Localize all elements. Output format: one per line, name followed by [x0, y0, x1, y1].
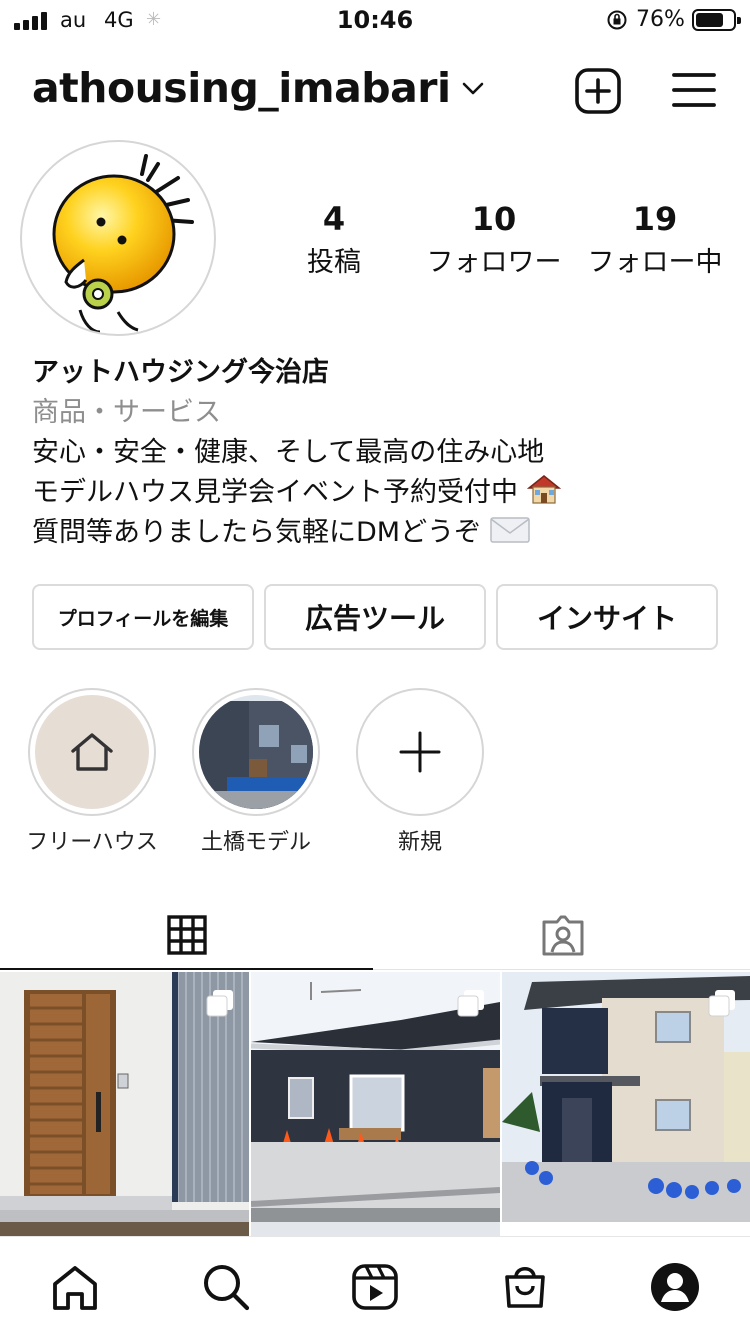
highlight-label: 新規: [397, 830, 442, 855]
plus-icon: [399, 731, 441, 773]
battery-icon: [692, 9, 741, 31]
profile-avatar[interactable]: [20, 140, 216, 336]
envelope-emoji-icon: [489, 517, 530, 543]
nav-reels-button[interactable]: [347, 1259, 403, 1315]
ad-tools-button[interactable]: 広告ツール: [264, 584, 486, 650]
stat-posts-count: 4: [322, 200, 346, 238]
display-name: アットハウジング今治店: [32, 357, 329, 388]
reels-icon: [352, 1264, 398, 1310]
stat-posts[interactable]: 4 投稿: [274, 200, 394, 279]
profile-icon: [651, 1263, 699, 1311]
highlight-cover: [35, 695, 149, 809]
post-tile-1[interactable]: [0, 972, 249, 1222]
multiple-posts-icon: [457, 990, 484, 1017]
stat-followers[interactable]: 10 フォロワー: [418, 200, 570, 279]
tab-grid[interactable]: [0, 900, 373, 970]
stat-following[interactable]: 19 フォロー中: [580, 200, 730, 279]
stat-posts-label: 投稿: [307, 247, 361, 278]
new-highlight-button[interactable]: 新規: [356, 688, 484, 855]
stat-followers-count: 10: [471, 200, 517, 238]
profile-category: 商品・サービス: [32, 397, 221, 428]
rotation-lock-icon: [607, 10, 627, 30]
chevron-down-icon[interactable]: [462, 82, 484, 96]
bio-text-2: モデルハウス見学会イベント予約受付中: [32, 477, 518, 508]
battery-percent: 76%: [636, 7, 685, 32]
nav-profile-button[interactable]: [647, 1259, 703, 1315]
bottom-navigation: [0, 1236, 750, 1334]
search-icon: [204, 1265, 250, 1311]
post-tile-4-partial[interactable]: [0, 1222, 249, 1236]
shop-icon: [505, 1266, 545, 1308]
post-tile-3[interactable]: [502, 972, 750, 1222]
home-icon: [53, 1266, 97, 1310]
status-bar: au 4G ✳ 10:46 76%: [0, 0, 750, 40]
highlight-ring: [28, 688, 156, 816]
stat-following-count: 19: [632, 200, 678, 238]
highlight-free-house[interactable]: フリーハウス: [26, 688, 158, 855]
stat-following-label: フォロー中: [587, 247, 723, 278]
grid-icon: [166, 915, 207, 955]
bio-line-2: モデルハウス見学会イベント予約受付中: [32, 470, 561, 509]
post-tile-5-partial[interactable]: [251, 1222, 500, 1236]
nav-search-button[interactable]: [198, 1259, 254, 1315]
highlight-tsuchihashi-model[interactable]: 土橋モデル: [192, 688, 320, 855]
bio-text-3: 質問等ありましたら気軽にDMどうぞ: [32, 517, 482, 548]
tab-tagged[interactable]: [375, 900, 750, 970]
multiple-posts-icon: [708, 990, 735, 1017]
tagged-person-icon: [542, 915, 583, 956]
bio-line-1: 安心・安全・健康、そして最高の住み心地: [32, 430, 544, 469]
post-tile-2[interactable]: [251, 972, 500, 1222]
house-emoji-icon: [526, 475, 561, 504]
mascot-logo-image: [52, 154, 194, 334]
house-photo-thumbnail: [199, 695, 313, 809]
active-tab-indicator: [0, 968, 373, 970]
home-outline-icon: [71, 733, 113, 771]
bio-text-1: 安心・安全・健康、そして最高の住み心地: [32, 437, 545, 468]
multiple-posts-icon: [206, 990, 233, 1017]
highlight-cover: [199, 695, 313, 809]
edit-profile-button[interactable]: プロフィールを編集: [32, 584, 254, 650]
highlight-ring: [192, 688, 320, 816]
insights-button[interactable]: インサイト: [496, 584, 718, 650]
hamburger-menu-icon[interactable]: [672, 70, 716, 110]
new-post-icon[interactable]: [575, 68, 621, 114]
highlight-ring: [356, 688, 484, 816]
profile-username[interactable]: athousing_imabari: [32, 64, 451, 112]
nav-shop-button[interactable]: [497, 1259, 553, 1315]
stat-followers-label: フォロワー: [426, 247, 562, 278]
nav-home-button[interactable]: [47, 1259, 103, 1315]
bio-line-3: 質問等ありましたら気軽にDMどうぞ: [32, 510, 530, 549]
